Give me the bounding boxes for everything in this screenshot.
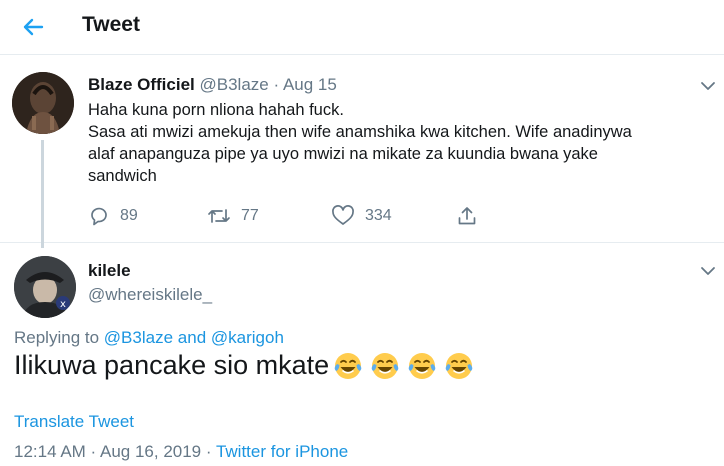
face-with-tears-of-joy-icon xyxy=(408,352,436,379)
retweet-count: 77 xyxy=(241,207,259,224)
arrow-left-icon xyxy=(23,18,44,36)
mention-link[interactable]: @karigoh xyxy=(211,328,284,347)
source-link[interactable]: Twitter for iPhone xyxy=(216,442,348,461)
page-title: Tweet xyxy=(82,13,140,36)
separator-dot: · xyxy=(273,75,280,94)
top-bar: Tweet xyxy=(0,0,724,55)
tweet-text-line: Sasa ati mwizi amekuja then wife anamshi… xyxy=(88,123,632,141)
tweet-text-line: alaf anapanguza pipe ya uyo mwizi na mik… xyxy=(88,145,598,163)
mention-link[interactable]: @B3laze xyxy=(104,328,173,347)
replying-to: Replying to @B3laze and @karigoh xyxy=(14,328,284,348)
parent-tweet-text: Haha kuna porn nliona hahah fuck. Sasa a… xyxy=(88,99,708,187)
main-avatar[interactable]: x xyxy=(14,256,76,318)
tweet-text-line: Haha kuna porn nliona hahah fuck. xyxy=(88,101,344,119)
main-tweet: x kilele @whereiskilele_ Replying to @B3… xyxy=(0,244,724,466)
chevron-down-icon[interactable] xyxy=(700,80,716,92)
avatar-image xyxy=(12,72,74,134)
replying-and[interactable]: and xyxy=(178,328,206,347)
replying-prefix: Replying to xyxy=(14,328,100,347)
parent-header: Blaze Officiel @B3laze · Aug 15 xyxy=(88,75,337,95)
share-button[interactable] xyxy=(456,204,478,228)
emoji-group xyxy=(333,351,481,381)
thread-line xyxy=(41,140,44,248)
parent-display-name[interactable]: Blaze Officiel xyxy=(88,75,195,94)
parent-handle[interactable]: @B3laze xyxy=(200,75,269,94)
main-display-name[interactable]: kilele xyxy=(88,261,131,281)
reply-icon xyxy=(91,207,107,226)
face-with-tears-of-joy-icon xyxy=(371,352,399,379)
retweet-icon xyxy=(208,209,230,223)
tweet-text-line: sandwich xyxy=(88,167,157,185)
heart-icon xyxy=(332,205,354,225)
svg-text:x: x xyxy=(60,299,66,310)
face-with-tears-of-joy-icon xyxy=(445,352,473,379)
reply-count: 89 xyxy=(120,207,138,224)
main-tweet-text: Ilikuwa pancake sio mkate xyxy=(14,350,481,381)
tweet-text: Ilikuwa pancake sio mkate xyxy=(14,350,330,380)
main-handle[interactable]: @whereiskilele_ xyxy=(88,285,212,305)
share-icon xyxy=(458,207,476,225)
chevron-down-icon[interactable] xyxy=(700,265,716,277)
like-count: 334 xyxy=(365,207,392,224)
translate-tweet-link[interactable]: Translate Tweet xyxy=(14,412,134,432)
avatar-image: x xyxy=(14,256,76,318)
parent-tweet[interactable]: Blaze Officiel @B3laze · Aug 15 Haha kun… xyxy=(0,56,724,248)
parent-date[interactable]: Aug 15 xyxy=(283,75,337,94)
tweet-meta: 12:14 AM · Aug 16, 2019 · Twitter for iP… xyxy=(14,442,348,462)
tweet-actions: 89 77 334 xyxy=(88,204,488,228)
back-button[interactable] xyxy=(18,14,48,40)
retweet-button[interactable]: 77 xyxy=(207,204,259,228)
timestamp[interactable]: 12:14 AM · Aug 16, 2019 · xyxy=(14,442,212,461)
face-with-tears-of-joy-icon xyxy=(334,352,362,379)
like-button[interactable]: 334 xyxy=(331,204,392,228)
reply-button[interactable]: 89 xyxy=(88,204,138,228)
parent-avatar[interactable] xyxy=(12,72,74,134)
